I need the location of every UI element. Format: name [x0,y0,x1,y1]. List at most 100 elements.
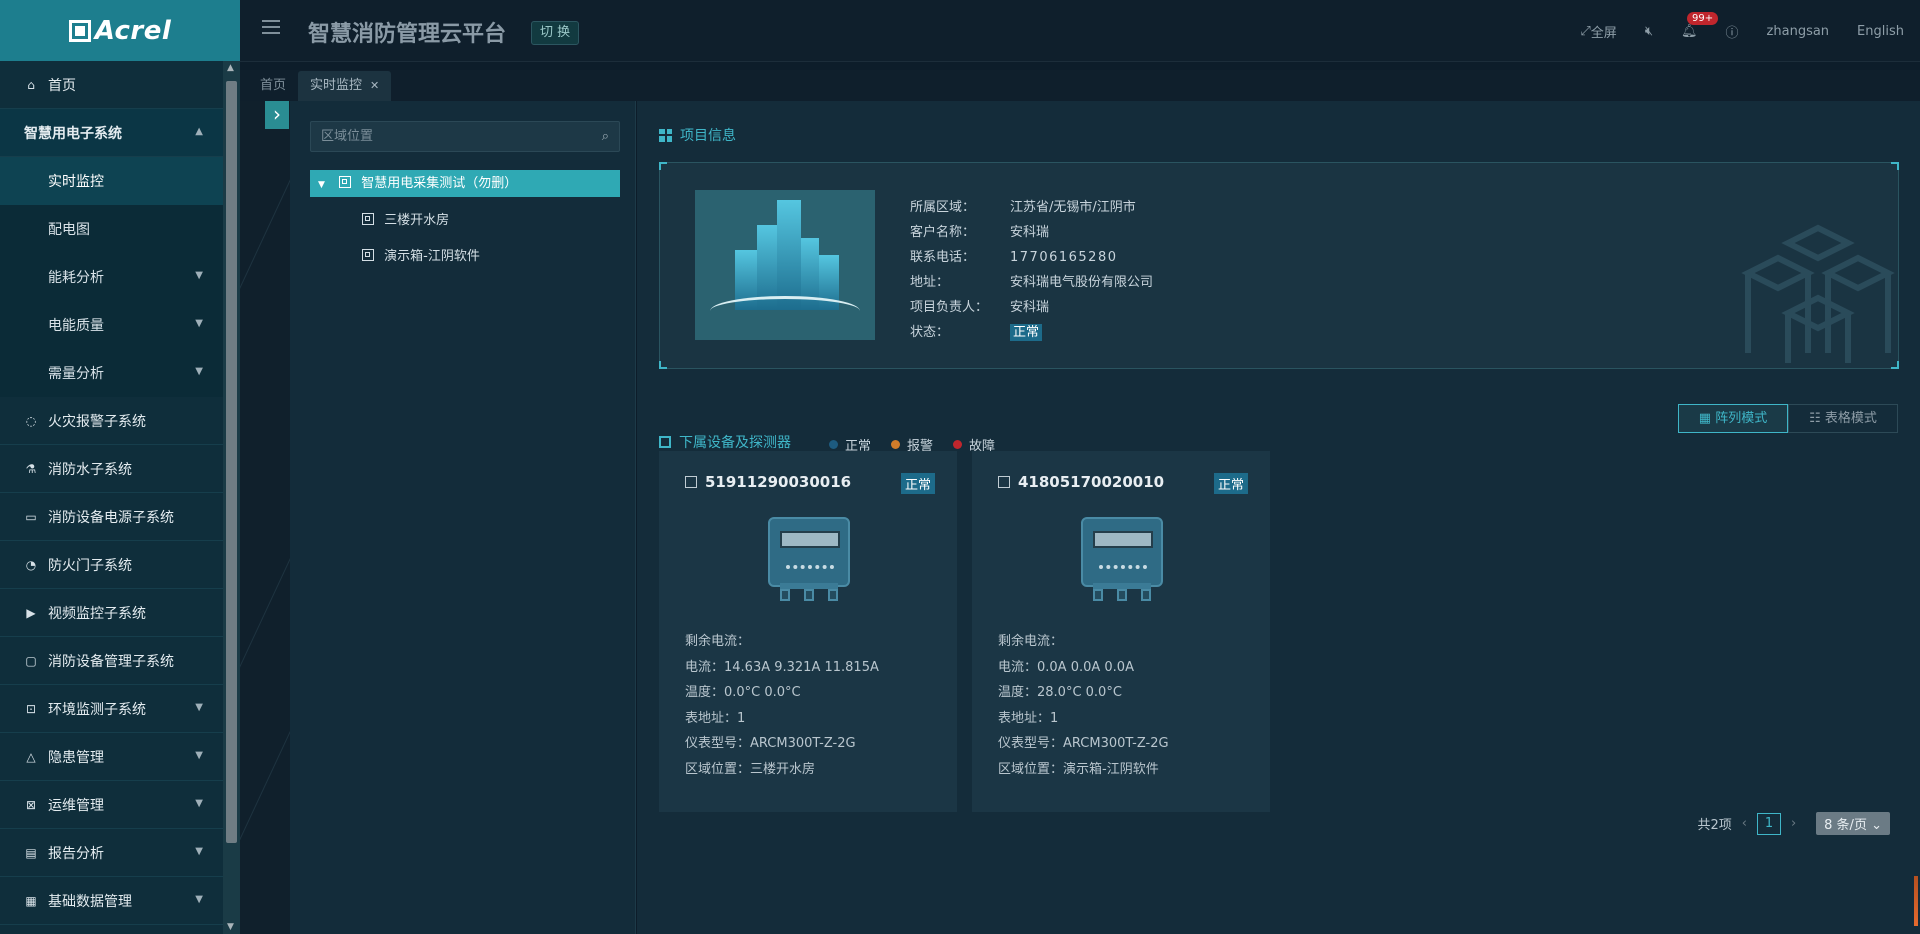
search-icon[interactable]: ⌕ [602,122,609,151]
field-label: 项目负责人： [910,300,989,315]
device-params: 剩余电流： 电流：14.63A 9.321A 11.815A 温度：0.0°C … [685,629,879,782]
table-mode-button[interactable]: ☷ 表格模式 [1788,404,1898,433]
field-value: 安科瑞 [1010,300,1050,315]
section-title-label: 项目信息 [680,128,736,144]
notification-button[interactable]: 🔔︎ 99+ [1681,11,1719,39]
sidebar-item-label: 能耗分析 [48,270,104,286]
region-search-input[interactable]: 区域位置 ⌕ [310,121,620,152]
fullscreen-label: 全屏 [1590,25,1617,41]
mute-button[interactable]: 🔇︎ [1645,24,1653,39]
device-id: 41805170020010 [998,473,1164,491]
field-value: 17706165280 [1010,250,1118,265]
warning-icon: △ [26,749,36,764]
sidebar-item-fire-door[interactable]: ◔ 防火门子系统 [0,541,223,589]
sidebar-item-report[interactable]: ▤ 报告分析 ▼ [0,829,223,877]
main-content: 项目信息 所属区域： 江苏省/无锡市/江阴市 客户名称： 安科瑞 联系电话： 1770… [637,101,1920,934]
tab-realtime-monitor[interactable]: 实时监控 ✕ [298,71,392,101]
project-city-image [695,190,875,340]
expand-panel-button[interactable]: › [265,101,289,129]
sidebar-item-fire-water[interactable]: ⚗ 消防水子系统 [0,445,223,493]
status-badge: 正常 [1010,324,1043,341]
sidebar-item-demand-analysis[interactable]: 需量分析 ▼ [0,349,223,397]
report-icon: ▤ [25,845,37,860]
tree-node-root[interactable]: ▼ 智慧用电采集测试（勿删） [310,170,620,197]
page-number[interactable]: 1 [1756,812,1781,835]
tab-label: 实时监控 [310,78,363,93]
notification-badge: 99+ [1687,11,1719,25]
scroll-up-icon[interactable]: ▲ [227,63,234,73]
device-id-label: 41805170020010 [1018,473,1165,491]
help-button[interactable]: ⓘ [1726,22,1739,41]
sidebar-item-distribution-diagram[interactable]: 配电图 [0,205,223,253]
chevron-down-icon: ▼ [195,846,203,857]
menu-toggle-icon[interactable] [262,20,280,38]
param-line: 区域位置：三楼开水房 [685,761,816,777]
grid-icon [659,128,672,142]
page-size-label: 8 条/页 [1824,818,1867,833]
search-placeholder: 区域位置 [321,129,374,144]
sidebar-item-label: 基础数据管理 [48,893,132,910]
chevron-down-icon: ⌄ [1871,818,1882,833]
sidebar-scrollbar[interactable]: ▲ ▼ [223,61,240,934]
sidebar-item-base-data[interactable]: ▦ 基础数据管理 ▼ [0,877,223,925]
sidebar-item-fire-power[interactable]: ▭ 消防设备电源子系统 [0,493,223,541]
devices-title: 下属设备及探测器 [659,432,791,452]
sidebar-item-energy-analysis[interactable]: 能耗分析 ▼ [0,253,223,301]
username[interactable]: zhangsan [1767,24,1830,39]
switch-button[interactable]: 切 换 [531,21,580,45]
building-icon [362,249,374,261]
chevron-down-icon: ▼ [195,366,203,377]
brand-logo[interactable]: Acrel [0,0,240,61]
chevron-up-icon: ▲ [195,126,203,137]
field-label: 状态： [910,325,950,340]
sidebar-item-fire-alarm[interactable]: ◌ 火灾报警子系统 [0,397,223,445]
sidebar-item-label: 环境监测子系统 [48,701,146,718]
sidebar-item-realtime-monitor[interactable]: 实时监控 [0,157,223,205]
cubes-watermark-icon [1741,224,1895,363]
sidebar-item-power-quality[interactable]: 电能质量 ▼ [0,301,223,349]
field-label: 所属区域： [910,200,976,215]
sidebar-item-environment[interactable]: ⊡ 环境监测子系统 ▼ [0,685,223,733]
sidebar-item-smart-electric[interactable]: 智慧用电子系统 ▲ [0,109,223,157]
prev-page-icon[interactable]: ‹ [1742,816,1747,831]
sidebar-item-equipment-manage[interactable]: ▢ 消防设备管理子系统 [0,637,223,685]
sidebar-item-label: 实时监控 [48,174,104,190]
sidebar-item-label: 智慧用电子系统 [24,125,122,142]
sidebar: Acrel ⌂ 首页 智慧用电子系统 ▲ 实时监控 配电图 能耗分析 ▼ 电能质… [0,0,240,934]
page-size-select[interactable]: 8 条/页 ⌄ [1816,812,1890,835]
tab-home[interactable]: 首页 [248,71,298,101]
home-icon: ⌂ [27,77,35,92]
device-card[interactable]: 41805170020010 正常 剩余电流： 电流：0.0A 0.0A 0.0… [972,451,1270,812]
scroll-down-icon[interactable]: ▼ [227,922,234,932]
language-switch[interactable]: English [1857,24,1904,39]
fullscreen-button[interactable]: ⤢ 全屏 [1580,22,1616,41]
chevron-down-icon: ▼ [195,798,203,809]
data-icon: ▦ [25,893,37,908]
param-line: 剩余电流： [685,634,751,649]
sidebar-item-maintenance[interactable]: ⊠ 运维管理 ▼ [0,781,223,829]
fullscreen-icon: ⤢ [1580,23,1591,39]
param-line: 温度：0.0°C 0.0°C [685,685,801,700]
close-icon[interactable]: ✕ [370,79,379,92]
sidebar-item-video[interactable]: ▶ 视频监控子系统 [0,589,223,637]
logo-icon [68,19,91,42]
array-mode-button[interactable]: ▦ 阵列模式 [1678,404,1788,433]
field-label: 联系电话： [910,250,976,265]
device-section-icon [659,436,671,448]
tree-node-child[interactable]: 三楼开水房 [362,207,449,234]
next-page-icon[interactable]: › [1791,816,1796,831]
param-line: 温度：28.0°C 0.0°C [998,685,1122,700]
sidebar-item-label: 配电图 [48,222,90,238]
sidebar-item-label: 首页 [48,77,76,94]
status-badge: 正常 [1213,473,1248,494]
scrollbar-thumb[interactable] [226,81,237,843]
sidebar-item-hazard[interactable]: △ 隐患管理 ▼ [0,733,223,781]
caret-down-icon[interactable]: ▼ [318,180,325,190]
device-card[interactable]: 51911290030016 正常 剩余电流： 电流：14.63A 9.321A… [659,451,957,812]
sidebar-item-home[interactable]: ⌂ 首页 [0,61,223,109]
tree-node-child[interactable]: 演示箱-江阴软件 [362,243,480,270]
mode-label: 阵列模式 [1715,411,1768,426]
sidebar-menu: ⌂ 首页 智慧用电子系统 ▲ 实时监控 配电图 能耗分析 ▼ 电能质量 ▼ 需量… [0,61,223,934]
sidebar-item-label: 隐患管理 [48,749,104,766]
app-title: 智慧消防管理云平台 [308,22,507,47]
